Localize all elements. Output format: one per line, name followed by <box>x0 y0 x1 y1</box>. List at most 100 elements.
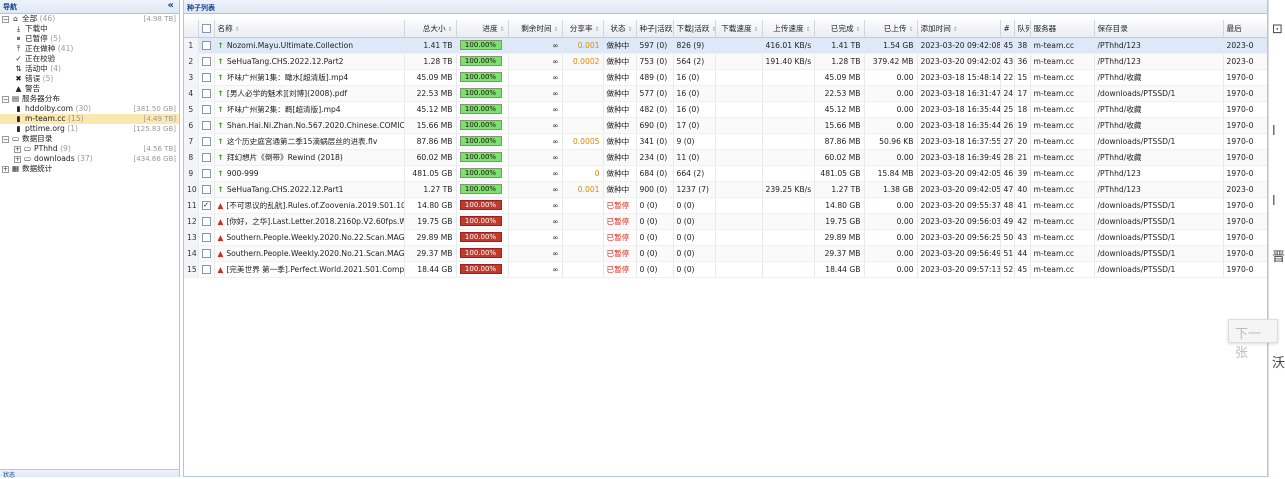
nav-tree-item[interactable]: − ▭ 数据目录 <box>0 134 179 144</box>
column-header[interactable]: 已完成 ⇕ <box>814 20 865 38</box>
row-checkbox[interactable] <box>201 232 211 242</box>
name-cell[interactable]: ↑ 拜幻想片《倒带》Rewind (2018) <box>214 149 405 166</box>
table-row[interactable]: 14 ▲ Southern.People.Weekly.2020.No.21.Sca… <box>184 245 1267 262</box>
row-checkbox[interactable] <box>201 136 211 146</box>
column-header[interactable]: 服务器 <box>1030 20 1095 38</box>
nav-tree-item[interactable]: ▮ hddolby.com (30) [381.50 GB] <box>0 104 179 114</box>
row-checkbox[interactable] <box>201 184 211 194</box>
row-checkbox-cell[interactable] <box>198 181 215 198</box>
column-header[interactable]: 名称 ⇕ <box>214 20 405 38</box>
row-checkbox-cell[interactable] <box>198 85 215 102</box>
expand-icon[interactable]: + <box>2 165 9 173</box>
row-checkbox-cell[interactable] <box>198 37 215 54</box>
row-checkbox-cell[interactable] <box>198 213 215 230</box>
table-row[interactable]: 12 ▲ [你好，之华].Last.Letter.2018.2160p.V2.60f… <box>184 213 1267 230</box>
nav-tree-item[interactable]: ▲ 警告 <box>0 84 179 94</box>
column-header[interactable]: 上传速度 ⇕ <box>762 20 815 38</box>
column-header[interactable]: 已上传 ⇕ <box>864 20 918 38</box>
nav-tree-item[interactable]: − ⌂ 全部 (46) [4.98 TB] <box>0 14 179 24</box>
name-cell[interactable]: ↑ Nozomi.Mayu.Ultimate.Collection <box>214 37 405 54</box>
name-cell[interactable]: ↑ 900-999 <box>214 165 405 182</box>
nav-tree-item[interactable]: + ▭ PThhd (9) [4.56 TB] <box>0 144 179 154</box>
row-checkbox[interactable] <box>201 88 211 98</box>
column-header[interactable] <box>184 20 199 38</box>
table-row[interactable]: 8 ↑ 拜幻想片《倒带》Rewind (2018) 60.02 MB 100.00% ∞ 做… <box>184 149 1267 166</box>
collapse-tree-icon[interactable]: − <box>2 15 9 23</box>
column-header[interactable]: 分享率 ⇕ <box>562 20 604 38</box>
nav-tree-item[interactable]: ✓ 正在校验 <box>0 54 179 64</box>
name-cell[interactable]: ↑ 坏味广州第2集：羁[超清版].mp4 <box>214 101 405 118</box>
nav-tree-item[interactable]: ✖ 错误 (5) <box>0 74 179 84</box>
row-checkbox-cell[interactable] <box>198 149 215 166</box>
table-row[interactable]: 5 ↑ 坏味广州第2集：羁[超清版].mp4 45.12 MB 100.00% ∞ 做种中 4… <box>184 101 1267 118</box>
table-row[interactable]: 2 ↑ SeHuaTang.CHS.2022.12.Part2 1.28 TB 100.… <box>184 53 1267 70</box>
nav-tree-item[interactable]: ⇅ 活动中 (4) <box>0 64 179 74</box>
row-checkbox[interactable] <box>201 248 211 258</box>
row-checkbox[interactable] <box>201 264 211 274</box>
nav-tree-item[interactable]: ▮ pttime.org (1) [125.83 GB] <box>0 124 179 134</box>
column-header[interactable]: 添加时间 ⇕ <box>917 20 1001 38</box>
table-row[interactable]: 15 ▲ [完美世界 第一季].Perfect.World.2021.S01.Com… <box>184 261 1267 278</box>
name-cell[interactable]: ↑ 这个历史庭宫通第二季15滴蜗层丝的进表.flv <box>214 133 405 150</box>
collapse-icon[interactable]: « <box>168 0 174 11</box>
row-checkbox[interactable] <box>201 216 211 226</box>
table-row[interactable]: 3 ↑ 坏味广州第1集：瞰水[超清版].mp4 45.09 MB 100.00% ∞ 做种中… <box>184 69 1267 86</box>
name-cell[interactable]: ↑ 坏味广州第1集：瞰水[超清版].mp4 <box>214 69 405 86</box>
collapse-tree-icon[interactable]: − <box>2 95 9 103</box>
row-checkbox-cell[interactable] <box>198 261 215 278</box>
table-row[interactable]: 13 ▲ Southern.People.Weekly.2020.No.22.Sca… <box>184 229 1267 246</box>
table-row[interactable]: 4 ↑ [男人必学的魅术][刘博](2008).pdf 22.53 MB 100.00%… <box>184 85 1267 102</box>
row-checkbox-cell[interactable]: ✓ <box>198 197 215 214</box>
name-cell[interactable]: ↑ Shan.Hai.Ni.Zhan.No.567.2020.Chinese.CO… <box>214 117 405 134</box>
table-row[interactable]: 10 ↑ SeHuaTang.CHS.2022.12.Part1 1.27 TB 100… <box>184 181 1267 198</box>
table-row[interactable]: 1 ↑ Nozomi.Mayu.Ultimate.Collection 1.41 TB… <box>184 37 1267 54</box>
name-cell[interactable]: ↑ SeHuaTang.CHS.2022.12.Part2 <box>214 53 405 70</box>
row-checkbox-cell[interactable] <box>198 117 215 134</box>
name-cell[interactable]: ▲ Southern.People.Weekly.2020.No.21.Scan.… <box>214 245 405 262</box>
row-checkbox[interactable] <box>201 40 211 50</box>
table-row[interactable]: 6 ↑ Shan.Hai.Ni.Zhan.No.567.2020.Chinese.C… <box>184 117 1267 134</box>
row-checkbox-cell[interactable] <box>198 69 215 86</box>
row-checkbox[interactable] <box>201 56 211 66</box>
row-checkbox[interactable] <box>201 104 211 114</box>
row-checkbox-cell[interactable] <box>198 133 215 150</box>
row-checkbox-cell[interactable] <box>198 245 215 262</box>
name-cell[interactable]: ▲ Southern.People.Weekly.2020.No.22.Scan.… <box>214 229 405 246</box>
collapse-tree-icon[interactable]: − <box>2 135 9 143</box>
column-header[interactable]: 下载|活跃 ⇕ <box>673 20 716 38</box>
row-checkbox-cell[interactable] <box>198 53 215 70</box>
name-cell[interactable]: ↑ SeHuaTang.CHS.2022.12.Part1 <box>214 181 405 198</box>
nav-tree-item[interactable]: ▮ m-team.cc (15) [4.49 TB] <box>0 114 179 124</box>
name-cell[interactable]: ▲ [完美世界 第一季].Perfect.World.2021.S01.Compl… <box>214 261 405 278</box>
column-header[interactable]: 队列 <box>1014 20 1031 38</box>
row-checkbox[interactable] <box>201 120 211 130</box>
name-cell[interactable]: ▲ [你好，之华].Last.Letter.2018.2160p.V2.60fps… <box>214 213 405 230</box>
row-checkbox-cell[interactable] <box>198 101 215 118</box>
table-row[interactable]: 7 ↑ 这个历史庭宫通第二季15滴蜗层丝的进表.flv 87.86 MB 100.00%… <box>184 133 1267 150</box>
name-cell[interactable]: ↑ [男人必学的魅术][刘博](2008).pdf <box>214 85 405 102</box>
nav-tree-item[interactable]: + ▦ 数据统计 <box>0 164 179 174</box>
column-header[interactable]: 剩余时间 ⇕ <box>508 20 563 38</box>
column-header[interactable]: 最后 <box>1223 20 1267 38</box>
column-header[interactable]: 总大小 ⇕ <box>404 20 457 38</box>
row-checkbox[interactable] <box>201 152 211 162</box>
table-row[interactable]: 11 ✓ ▲ [不可思议的乱航].Rules.of.Zoovenia.2019.S01… <box>184 197 1267 214</box>
expand-icon[interactable]: + <box>14 155 21 163</box>
column-header[interactable]: 进度 ⇕ <box>456 20 509 38</box>
nav-tree-item[interactable]: ⤒ 正在做种 (41) <box>0 44 179 54</box>
row-checkbox[interactable] <box>201 72 211 82</box>
nav-tree-item[interactable]: ⏸ 已暂停 (5) <box>0 34 179 44</box>
column-header[interactable]: # <box>1000 20 1015 38</box>
row-checkbox[interactable] <box>201 168 211 178</box>
table-row[interactable]: 9 ↑ 900-999 481.05 GB 100.00% ∞ 0 做种中 684 (0) 664… <box>184 165 1267 182</box>
column-header[interactable]: 状态 ⇕ <box>603 20 637 38</box>
column-header[interactable]: 保存目录 <box>1094 20 1224 38</box>
nav-tree-item[interactable]: + ▭ downloads (37) [434.66 GB] <box>0 154 179 164</box>
nav-tree-item[interactable]: ⤓ 下载中 <box>0 24 179 34</box>
row-checkbox[interactable]: ✓ <box>201 200 211 210</box>
row-checkbox-cell[interactable] <box>198 165 215 182</box>
column-header[interactable] <box>198 20 215 38</box>
row-checkbox-cell[interactable] <box>198 229 215 246</box>
expand-icon[interactable]: + <box>14 145 21 153</box>
select-all-checkbox[interactable] <box>201 24 211 33</box>
